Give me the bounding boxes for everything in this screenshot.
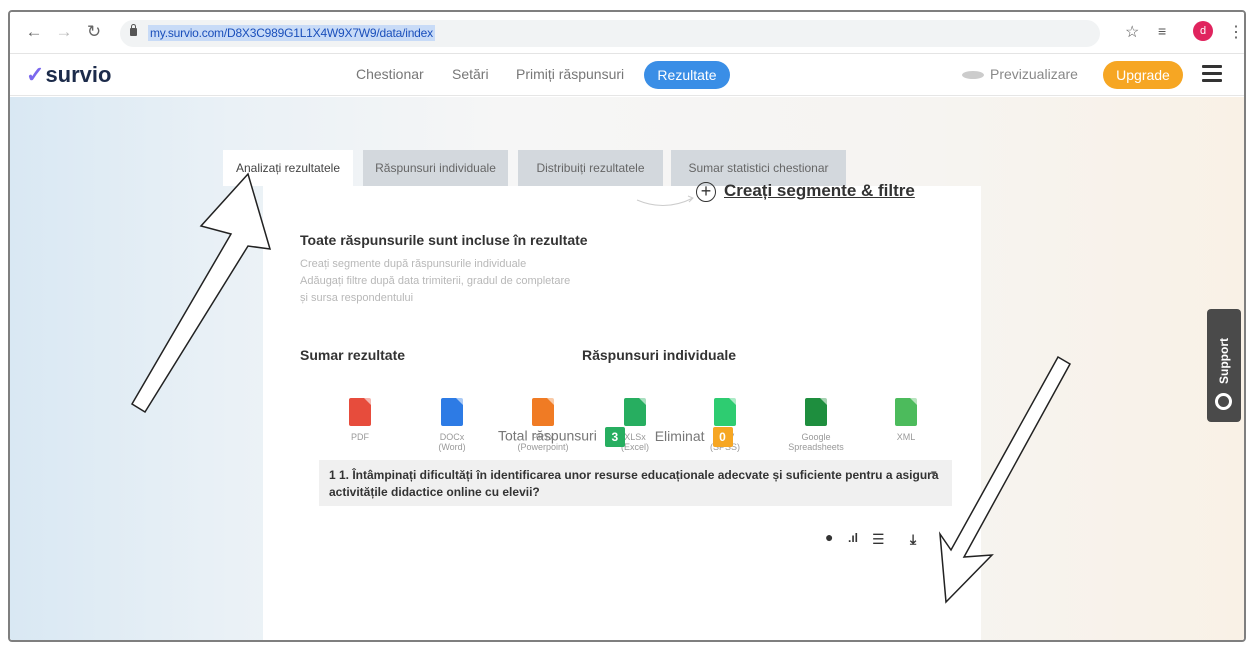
individual-title: Răspunsuri individuale bbox=[582, 347, 737, 363]
question-text: 1 1. Întâmpinați dificultăți în identifi… bbox=[329, 468, 939, 499]
avatar[interactable]: d bbox=[1193, 21, 1213, 41]
filters-title: Toate răspunsurile sunt incluse în rezul… bbox=[300, 232, 588, 248]
export-label-line: DOCx bbox=[439, 432, 465, 442]
filters-line: Creați segmente după răspunsurile indivi… bbox=[300, 258, 527, 270]
tab-analizati-rezultatele[interactable]: Analizați rezultatele bbox=[223, 150, 353, 186]
menu-chestionar[interactable]: Chestionar bbox=[356, 66, 424, 82]
lock-icon bbox=[130, 24, 137, 36]
export-label-line: (Word) bbox=[438, 442, 466, 452]
support-label: Support bbox=[1217, 338, 1231, 384]
export-label-line: XML bbox=[896, 432, 916, 442]
tab-raspunsuri-individuale[interactable]: Răspunsuri individuale bbox=[363, 150, 508, 186]
question-header[interactable]: 1 1. Întâmpinați dificultăți în identifi… bbox=[319, 460, 952, 506]
download-icon[interactable]: ⤓ bbox=[910, 531, 916, 548]
summary-title: Sumar rezultate bbox=[300, 347, 406, 363]
total-label: Total răspunsuri bbox=[498, 427, 597, 444]
totals-row: Total răspunsuri 3 Eliminat 0 bbox=[498, 427, 733, 447]
url-text[interactable]: my.survio.com/D8X3C989G1L1X4W9X7W9/data/… bbox=[148, 25, 435, 41]
upgrade-button[interactable]: Upgrade bbox=[1103, 61, 1183, 89]
bar-chart-icon[interactable]: .ıl bbox=[848, 531, 858, 545]
check-icon: ✓ bbox=[26, 62, 45, 87]
export-label: PDF bbox=[315, 432, 405, 442]
export-label-line: PDF bbox=[351, 432, 369, 442]
eliminated-badge[interactable]: 0 bbox=[712, 427, 733, 447]
lifebuoy-icon bbox=[1215, 393, 1232, 410]
table-icon[interactable]: ☰ bbox=[872, 531, 885, 548]
eye-icon bbox=[962, 71, 984, 80]
file-icon bbox=[805, 398, 827, 426]
file-icon bbox=[349, 398, 371, 426]
connector-curve bbox=[636, 195, 694, 206]
tab-distribuiti-rezultatele[interactable]: Distribuiți rezultatele bbox=[518, 150, 663, 186]
menu-setari[interactable]: Setări bbox=[452, 66, 489, 82]
preview-button[interactable]: Previzualizare bbox=[962, 66, 1078, 82]
export-label: XML bbox=[861, 432, 951, 442]
back-icon[interactable]: ← bbox=[24, 22, 44, 42]
results-page: Analizați rezultatele Răspunsuri individ… bbox=[10, 97, 1244, 640]
star-icon[interactable]: ☆ bbox=[1125, 22, 1139, 42]
hamburger-menu-icon[interactable] bbox=[1202, 65, 1222, 86]
pie-chart-icon[interactable]: ● bbox=[825, 529, 833, 545]
export-docx-button[interactable]: DOCx (Word) bbox=[407, 398, 497, 452]
reload-icon[interactable]: ↻ bbox=[84, 22, 104, 42]
preview-label: Previzualizare bbox=[990, 66, 1078, 82]
chevron-down-icon[interactable]: ▾ bbox=[931, 467, 937, 480]
file-icon bbox=[441, 398, 463, 426]
menu-rezultate[interactable]: Rezultate bbox=[644, 61, 730, 89]
browser-toolbar: ← → ↻ my.survio.com/D8X3C989G1L1X4W9X7W9… bbox=[10, 12, 1244, 54]
export-label-line: Spreadsheets bbox=[788, 442, 844, 452]
file-icon bbox=[895, 398, 917, 426]
export-label-line: Google bbox=[801, 432, 831, 442]
export-xml-button[interactable]: XML bbox=[861, 398, 951, 442]
create-segments-label: Creați segmente & filtre bbox=[724, 181, 915, 200]
export-label: DOCx (Word) bbox=[407, 432, 497, 452]
menu-primiti-raspunsuri[interactable]: Primiți răspunsuri bbox=[516, 66, 624, 82]
plus-circle-icon: + bbox=[696, 181, 716, 202]
forward-icon[interactable]: → bbox=[54, 22, 74, 42]
create-segments-link[interactable]: + Creați segmente & filtre bbox=[696, 181, 915, 202]
total-badge: 3 bbox=[604, 427, 625, 447]
filters-line: și sursa respondentului bbox=[300, 292, 414, 304]
address-bar[interactable]: my.survio.com/D8X3C989G1L1X4W9X7W9/data/… bbox=[120, 20, 1100, 47]
eliminated-label: Eliminat bbox=[654, 427, 705, 444]
export-label: Google Spreadsheets bbox=[771, 432, 861, 452]
logo-text: survio bbox=[45, 62, 112, 87]
support-widget[interactable]: Support bbox=[1207, 309, 1241, 422]
export-pdf-button[interactable]: PDF bbox=[315, 398, 405, 442]
logo[interactable]: ✓survio bbox=[26, 62, 111, 88]
more-icon[interactable]: ⋮ bbox=[1228, 22, 1244, 42]
media-icon[interactable]: ≡ bbox=[1158, 23, 1166, 39]
file-icon bbox=[714, 398, 736, 426]
app-header: ✓survio Chestionar Setări Primiți răspun… bbox=[10, 54, 1244, 96]
file-icon bbox=[624, 398, 646, 426]
export-google-button[interactable]: Google Spreadsheets bbox=[771, 398, 861, 452]
file-icon bbox=[532, 398, 554, 426]
screenshot-frame: ← → ↻ my.survio.com/D8X3C989G1L1X4W9X7W9… bbox=[8, 10, 1246, 642]
filters-line: Adăugați filtre după data trimiterii, gr… bbox=[300, 275, 571, 287]
